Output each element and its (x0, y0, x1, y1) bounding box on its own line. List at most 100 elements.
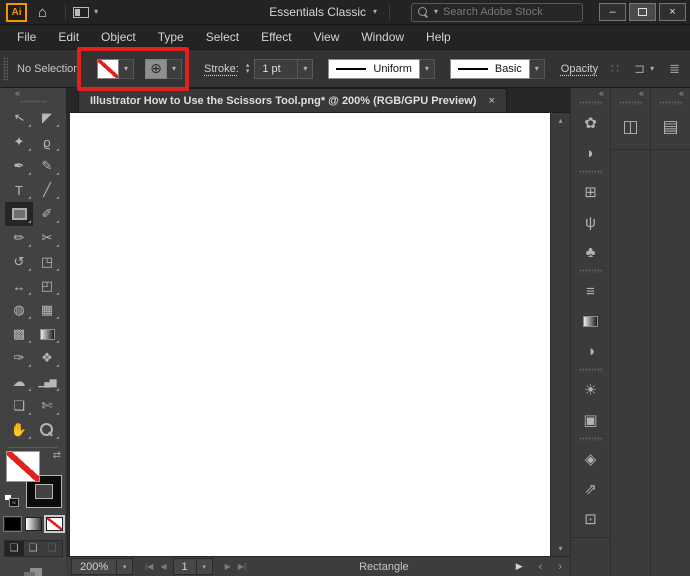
chevron-down-icon[interactable]: ▾ (297, 60, 312, 78)
menu-edit[interactable]: Edit (47, 30, 90, 44)
perspective-grid-tool[interactable]: ▦ (33, 298, 61, 322)
chevron-down-icon[interactable]: ▾ (196, 559, 212, 574)
scroll-left-icon[interactable]: ‹ (539, 561, 543, 573)
stroke-color-swatch[interactable]: ⊕ (145, 59, 167, 79)
minimize-button[interactable]: – (599, 3, 626, 21)
draw-normal-button[interactable]: ❑ (5, 541, 24, 556)
stroke-weight-label[interactable]: Stroke: (204, 63, 239, 75)
appearance-panel-button[interactable]: ☀ (574, 375, 608, 405)
hand-tool[interactable]: ✋ (5, 418, 33, 442)
symbol-sprayer-tool[interactable]: ☁ (5, 370, 33, 394)
menu-type[interactable]: Type (147, 30, 195, 44)
asset-export-panel-button[interactable]: ⇗ (574, 474, 608, 504)
slice-tool[interactable]: ✄ (33, 394, 61, 418)
last-artboard-button[interactable]: ▶| (238, 562, 246, 571)
direct-selection-tool[interactable]: ◤ (33, 106, 61, 130)
previous-artboard-button[interactable]: ◀ (160, 562, 166, 571)
panel-grip[interactable] (619, 101, 643, 105)
rectangle-tool[interactable] (5, 202, 33, 226)
brush-dropdown-button[interactable]: ▾ (530, 59, 545, 79)
fill-dropdown-button[interactable]: ▾ (119, 59, 134, 79)
stroke-weight-stepper[interactable]: ▴ ▾ (246, 63, 250, 75)
graphic-style-grid-icon[interactable]: ∷ (611, 62, 619, 75)
scale-tool[interactable]: ◳ (33, 250, 61, 274)
fill-color-swatch[interactable] (97, 59, 119, 79)
brush-definition-select[interactable]: Basic ▾ (450, 59, 545, 79)
panel-grip[interactable] (579, 437, 603, 441)
dock-collapse-icon[interactable]: « (599, 88, 604, 98)
draw-inside-button[interactable]: ❑ (43, 541, 62, 556)
document-tab[interactable]: Illustrator How to Use the Scissors Tool… (78, 88, 507, 112)
graphic-styles-panel-button[interactable]: ▣ (574, 405, 608, 435)
layers-panel-button[interactable]: ◈ (574, 444, 608, 474)
lasso-tool[interactable]: ϱ (33, 130, 61, 154)
panel-grip[interactable] (659, 101, 683, 105)
chevron-down-icon[interactable]: ▾ (116, 559, 132, 574)
panel-grip[interactable] (579, 101, 603, 105)
pen-tool[interactable]: ✒ (5, 154, 33, 178)
column-graph-tool[interactable]: ▁▄▆ (33, 370, 61, 394)
status-display[interactable]: Rectangle (252, 561, 516, 573)
3d-and-materials-panel-button[interactable]: ◫ (614, 108, 648, 146)
free-transform-tool[interactable]: ◰ (33, 274, 61, 298)
line-segment-tool[interactable]: ╱ (33, 178, 61, 202)
selection-tool[interactable]: ↖ (5, 106, 33, 130)
brushes-panel-button[interactable]: ψ (574, 207, 608, 237)
panel-grip[interactable] (579, 269, 603, 273)
shape-builder-tool[interactable]: ◍ (5, 298, 33, 322)
zoom-tool[interactable] (33, 418, 61, 442)
dock-collapse-icon[interactable]: « (679, 88, 684, 98)
scroll-right-icon[interactable]: › (558, 561, 562, 573)
none-button[interactable] (46, 517, 63, 531)
scroll-up-icon[interactable]: ▴ (558, 116, 562, 125)
libraries-panel-button[interactable]: ▤ (654, 108, 688, 146)
menu-effect[interactable]: Effect (250, 30, 302, 44)
gradient-tool[interactable] (33, 322, 61, 346)
chevron-down-icon[interactable]: ▾ (650, 65, 654, 73)
stroke-weight-select[interactable]: 1 pt ▾ (254, 59, 313, 79)
width-profile-dropdown-button[interactable]: ▾ (420, 59, 435, 79)
artboard-tool[interactable]: ❏ (5, 394, 33, 418)
stroke-dropdown-button[interactable]: ▾ (167, 59, 182, 79)
stroke-panel-button[interactable]: ≡ (574, 276, 608, 306)
panel-grip[interactable] (579, 170, 603, 174)
blend-tool[interactable]: ❖ (33, 346, 61, 370)
fill-proxy-swatch[interactable] (6, 451, 40, 482)
panel-grip[interactable] (3, 57, 8, 81)
eyedropper-tool[interactable]: ✑ (5, 346, 33, 370)
tab-close-icon[interactable]: × (488, 95, 494, 107)
default-fill-stroke-icon[interactable] (4, 494, 18, 506)
width-tool[interactable]: ↔ (5, 274, 33, 298)
transparency-panel-button[interactable]: ◑ (574, 336, 608, 366)
variable-width-profile-select[interactable]: Uniform ▾ (328, 59, 435, 79)
menu-view[interactable]: View (303, 30, 351, 44)
workspace-selector[interactable]: Essentials Classic ▾ (269, 5, 377, 19)
scroll-down-icon[interactable]: ▾ (558, 544, 562, 553)
type-tool[interactable]: T (5, 178, 33, 202)
artboards-panel-button[interactable]: ⊡ (574, 504, 608, 534)
swap-fill-stroke-icon[interactable]: ⇄ (53, 451, 61, 461)
first-artboard-button[interactable]: |◀ (145, 562, 153, 571)
zoom-level-select[interactable]: 200% ▾ (71, 558, 133, 575)
artboard-number-select[interactable]: 1 ▾ (173, 558, 213, 575)
home-icon[interactable]: ⌂ (38, 5, 47, 20)
workspace-switcher-button[interactable]: ▾ (73, 7, 98, 18)
panel-grip[interactable] (20, 100, 46, 103)
color-button[interactable] (4, 517, 21, 531)
menu-object[interactable]: Object (90, 30, 147, 44)
toolbar-collapse-icon[interactable]: « (15, 88, 20, 98)
paintbrush-tool[interactable]: ✐ (33, 202, 61, 226)
panel-grip[interactable] (579, 368, 603, 372)
vertical-scrollbar[interactable]: ▴ ▾ (550, 113, 570, 556)
close-button[interactable]: × (659, 3, 686, 21)
gradient-button[interactable] (25, 517, 42, 531)
menu-select[interactable]: Select (195, 30, 250, 44)
control-panel-menu-icon[interactable]: ≣ (669, 62, 680, 75)
play-icon[interactable]: ▶ (516, 561, 523, 572)
gradient-panel-button[interactable] (574, 306, 608, 336)
stepper-down-icon[interactable]: ▾ (246, 69, 250, 75)
menu-file[interactable]: File (6, 30, 47, 44)
menu-window[interactable]: Window (350, 30, 415, 44)
color-guide-panel-button[interactable]: ◗ (574, 138, 608, 168)
artboard-canvas[interactable] (70, 113, 550, 556)
